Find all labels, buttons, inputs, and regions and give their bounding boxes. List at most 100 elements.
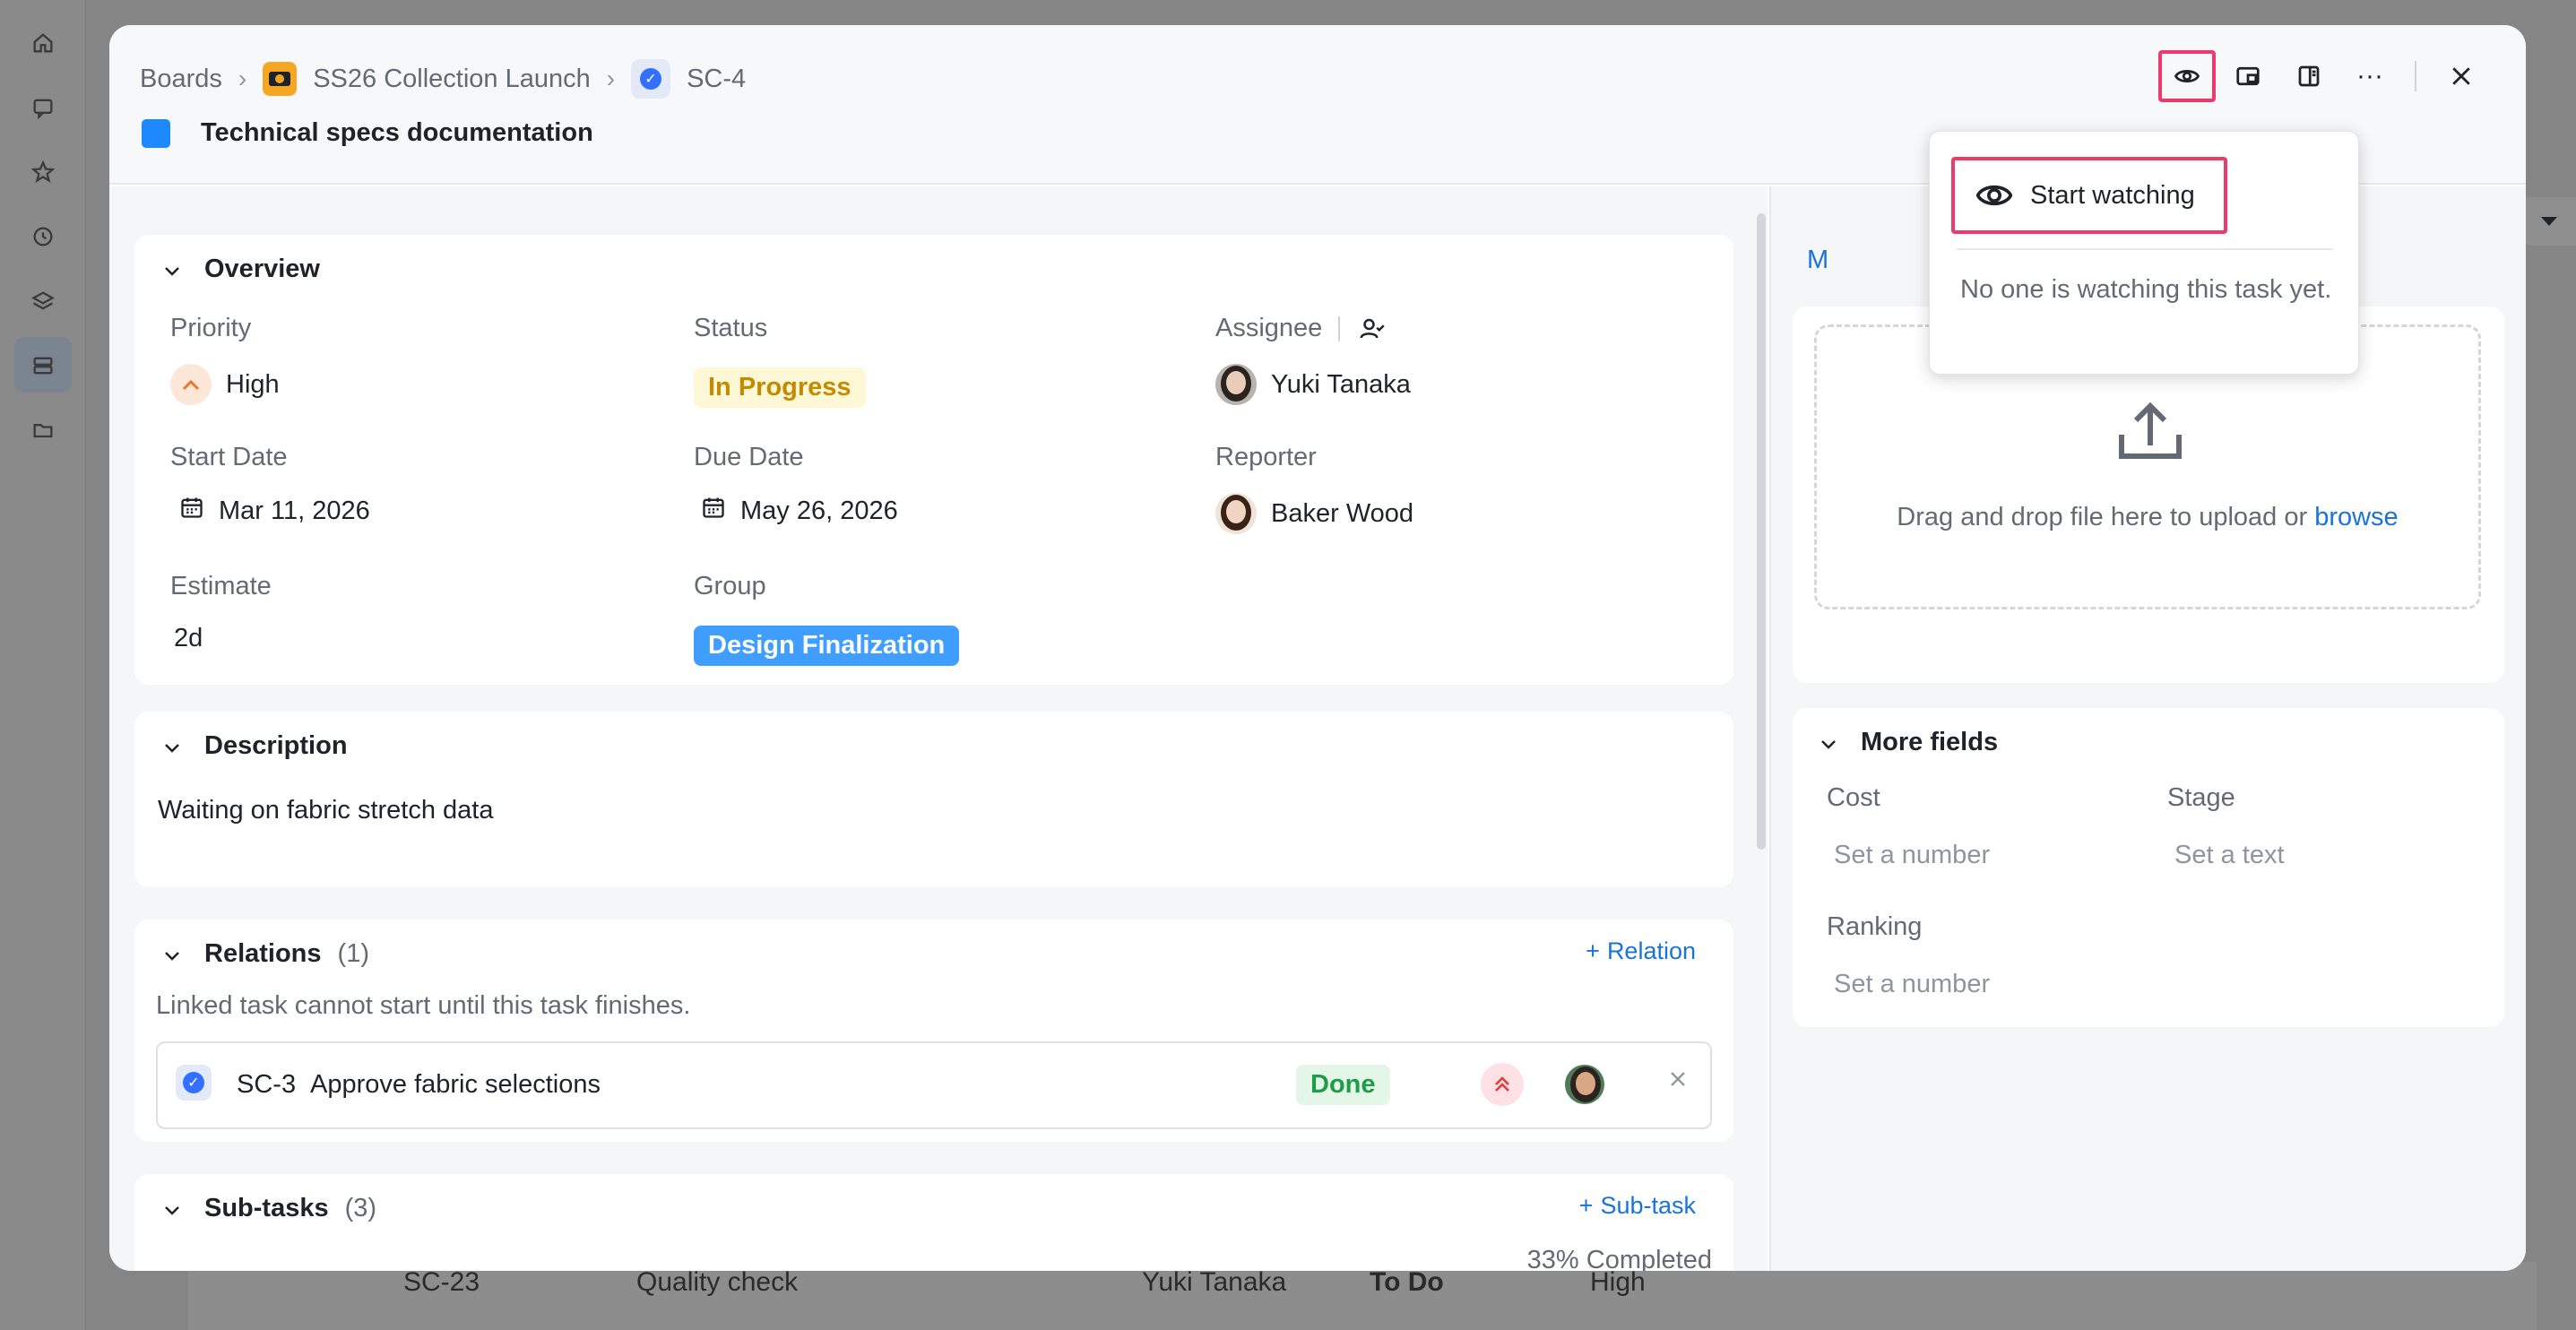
plus-icon: + — [1578, 1192, 1594, 1219]
relation-task-id: SC-3 — [237, 1070, 297, 1099]
description-header[interactable]: Description — [161, 731, 348, 761]
due-date-field[interactable]: May 26, 2026 — [701, 495, 898, 527]
project-icon — [263, 62, 298, 96]
subtasks-progress-text: 33% Completed — [1526, 1246, 1712, 1271]
chevron-down-icon — [161, 259, 183, 281]
home-icon[interactable] — [27, 27, 59, 59]
estimate-field[interactable]: 2d — [174, 624, 203, 653]
task-title[interactable]: Technical specs documentation — [201, 118, 593, 148]
upload-icon — [2118, 402, 2183, 464]
assign-user-icon[interactable] — [1356, 315, 1387, 342]
label-divider — [1338, 315, 1341, 341]
description-heading: Description — [204, 731, 348, 760]
calendar-icon — [179, 495, 204, 527]
drop-text: Drag and drop file here to upload or — [1897, 503, 2308, 531]
chat-icon[interactable] — [27, 91, 59, 124]
popover-divider — [1957, 248, 2333, 250]
relations-header[interactable]: Relations (1) — [161, 939, 369, 969]
boards-icon[interactable] — [27, 350, 59, 382]
start-watching-label: Start watching — [2030, 180, 2195, 210]
watch-button[interactable] — [2158, 50, 2216, 102]
subtasks-heading: Sub-tasks — [204, 1194, 329, 1222]
folder-icon[interactable] — [27, 414, 59, 446]
estimate-label: Estimate — [170, 572, 272, 600]
more-fields-header[interactable]: More fields — [1818, 728, 1998, 757]
close-icon — [1671, 1072, 1685, 1086]
due-date-value: May 26, 2026 — [740, 496, 898, 525]
avatar — [1215, 493, 1257, 534]
add-relation-button[interactable]: + Relation — [1586, 937, 1696, 965]
status-field[interactable]: In Progress — [694, 367, 866, 408]
description-section: Description Waiting on fabric stretch da… — [134, 712, 1733, 887]
status-badge: In Progress — [694, 367, 866, 408]
group-field[interactable]: Design Finalization — [694, 626, 960, 666]
caret-down-icon — [2541, 217, 2557, 226]
history-icon[interactable] — [27, 220, 59, 253]
more-options-button[interactable]: ··· — [2341, 50, 2399, 102]
reporter-field[interactable]: Baker Wood — [1215, 493, 1413, 534]
side-peek-button[interactable] — [2219, 50, 2277, 102]
priority-field[interactable]: High — [170, 364, 280, 405]
header-divider — [2415, 61, 2416, 91]
watchers-empty-note: No one is watching this task yet. — [1960, 275, 2332, 304]
overview-header[interactable]: Overview — [161, 255, 320, 284]
task-type-icon: ✓ — [631, 59, 671, 99]
relations-section: Relations (1) + Relation Linked task can… — [134, 920, 1733, 1142]
relations-heading: Relations — [204, 939, 322, 968]
assignee-label-row: Assignee — [1215, 314, 1387, 343]
split-view-button[interactable] — [2280, 50, 2338, 102]
task-color-square[interactable] — [142, 118, 170, 148]
scrollbar-thumb[interactable] — [1757, 213, 1766, 850]
breadcrumb-boards[interactable]: Boards — [140, 65, 222, 94]
add-subtask-label: Sub-task — [1600, 1192, 1696, 1219]
remove-relation-button[interactable] — [1665, 1067, 1690, 1096]
close-modal-button[interactable] — [2433, 50, 2490, 102]
assignee-label: Assignee — [1215, 314, 1323, 342]
breadcrumb-task-id[interactable]: SC-4 — [687, 65, 746, 94]
background-row-id: SC-23 — [403, 1267, 480, 1297]
relation-task-title: Approve fabric selections — [310, 1070, 601, 1099]
overview-section: Overview Priority High Status In Progres… — [134, 235, 1733, 685]
group-label: Group — [694, 572, 766, 600]
plus-icon: + — [1586, 937, 1600, 964]
add-relation-label: Relation — [1606, 937, 1696, 964]
calendar-icon — [701, 495, 726, 527]
assignee-field[interactable]: Yuki Tanaka — [1215, 364, 1411, 405]
estimate-value: 2d — [174, 624, 203, 652]
picture-in-picture-icon — [2236, 66, 2260, 86]
priority-high-icon — [170, 364, 212, 405]
subtasks-count: (3) — [344, 1194, 377, 1222]
eye-icon — [1976, 185, 2012, 206]
background-row-assignee: Yuki Tanaka — [1142, 1267, 1287, 1297]
cost-input[interactable]: Set a number — [1834, 841, 1990, 870]
close-icon — [2452, 67, 2470, 85]
chevron-down-icon — [1818, 732, 1839, 754]
start-date-value: Mar 11, 2026 — [219, 496, 370, 525]
browse-link[interactable]: browse — [2314, 503, 2399, 531]
subtasks-header[interactable]: Sub-tasks (3) — [161, 1194, 376, 1223]
background-row-priority: High — [1590, 1267, 1646, 1297]
relations-note: Linked task cannot start until this task… — [156, 991, 691, 1020]
description-text[interactable]: Waiting on fabric stretch data — [158, 796, 494, 825]
avatar — [1565, 1065, 1604, 1104]
stage-input[interactable]: Set a text — [2174, 841, 2285, 870]
background-dropdown-toggle[interactable] — [2522, 197, 2576, 246]
sidebar-panel-icon — [2298, 65, 2320, 87]
start-date-field[interactable]: Mar 11, 2026 — [179, 495, 370, 527]
task-detail-modal: Boards › SS26 Collection Launch › ✓ SC-4… — [109, 25, 2526, 1271]
background-table-row — [188, 1262, 2537, 1330]
attachments-tab[interactable]: M — [1807, 246, 1828, 275]
relation-item[interactable]: ✓ SC-3 Approve fabric selections Done — [156, 1041, 1712, 1129]
cost-label: Cost — [1827, 783, 1880, 812]
breadcrumb: Boards › SS26 Collection Launch › ✓ SC-4 — [140, 59, 746, 99]
avatar — [1215, 364, 1257, 405]
add-subtask-button[interactable]: + Sub-task — [1579, 1192, 1696, 1220]
breadcrumb-project[interactable]: SS26 Collection Launch — [313, 65, 591, 94]
star-icon[interactable] — [27, 156, 59, 188]
start-watching-button[interactable]: Start watching — [1951, 157, 2227, 234]
priority-urgent-icon — [1481, 1063, 1524, 1106]
layers-icon[interactable] — [27, 285, 59, 317]
ranking-input[interactable]: Set a number — [1834, 970, 1990, 999]
ellipsis-icon: ··· — [2356, 61, 2383, 91]
more-fields-heading: More fields — [1861, 728, 1999, 756]
